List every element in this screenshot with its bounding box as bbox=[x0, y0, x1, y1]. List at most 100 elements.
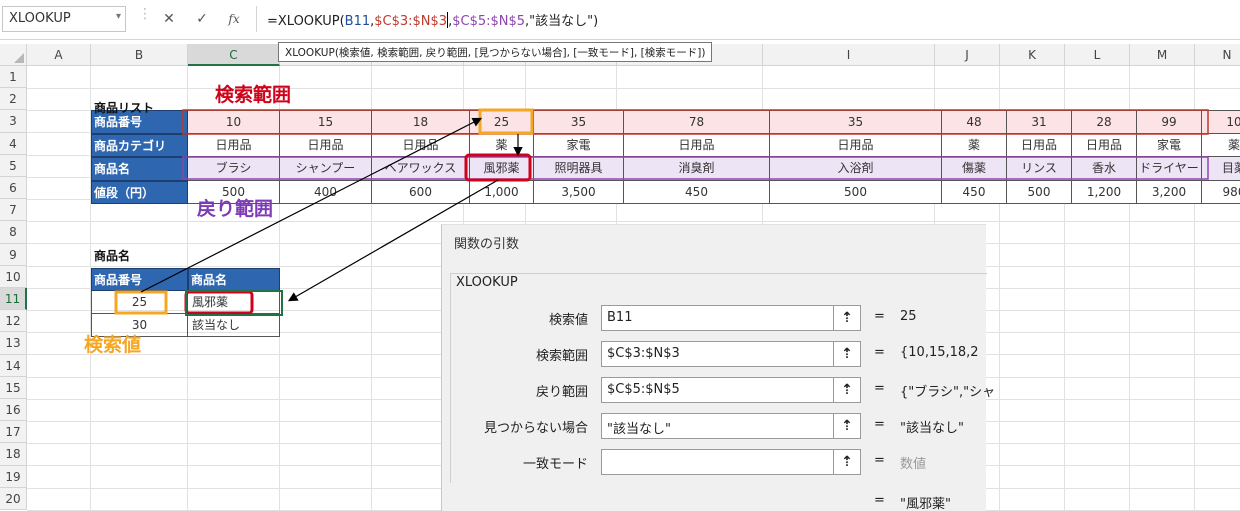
row-label-price[interactable]: 値段（円） bbox=[91, 180, 188, 204]
table-cell-name[interactable]: ブラシ bbox=[188, 157, 280, 181]
table-cell-price[interactable]: 500 bbox=[1007, 180, 1072, 204]
row-label-name[interactable]: 商品名 bbox=[91, 157, 188, 181]
column-header-i[interactable]: I bbox=[763, 44, 935, 66]
table-cell-id[interactable]: 99 bbox=[1137, 110, 1202, 134]
table-cell-id[interactable]: 48 bbox=[942, 110, 1007, 134]
table-cell-id[interactable]: 25 bbox=[470, 110, 534, 134]
table-cell-name[interactable]: 傷薬 bbox=[942, 157, 1007, 181]
table-cell-name[interactable]: 照明器具 bbox=[534, 157, 624, 181]
table-cell-name[interactable]: ヘアワックス bbox=[372, 157, 470, 181]
table-cell-id[interactable]: 18 bbox=[372, 110, 470, 134]
table-cell-category[interactable]: 日用品 bbox=[770, 133, 942, 157]
collapse-dialog-icon[interactable]: ⇡ bbox=[833, 413, 861, 439]
cancel-icon[interactable]: ✕ bbox=[156, 7, 182, 31]
row-header-5[interactable]: 5 bbox=[0, 154, 27, 177]
column-header-n[interactable]: N bbox=[1195, 44, 1240, 66]
function-arguments-dialog[interactable]: 関数の引数 XLOOKUP 検索値 B11 ⇡ = 25 検索範囲 $C$3:$N$3 ⇡ ={… bbox=[441, 224, 995, 511]
table-cell-category[interactable]: 日用品 bbox=[372, 133, 470, 157]
table-cell-category[interactable]: 家電 bbox=[1137, 133, 1202, 157]
formula-input[interactable]: =XLOOKUP(B11,$C$3:$N$3,$C$5:$N$5,"該当なし") bbox=[256, 6, 1240, 32]
table-cell-id[interactable]: 10 bbox=[1202, 110, 1240, 134]
arg-input-return-array[interactable]: $C$5:$N$5 bbox=[601, 377, 835, 403]
row-header-10[interactable]: 10 bbox=[0, 265, 27, 288]
column-header-c[interactable]: C bbox=[188, 44, 280, 66]
row-header-14[interactable]: 14 bbox=[0, 354, 27, 377]
row-header-19[interactable]: 19 bbox=[0, 465, 27, 488]
collapse-dialog-icon[interactable]: ⇡ bbox=[833, 449, 861, 475]
table-cell-id[interactable]: 78 bbox=[624, 110, 770, 134]
row-header-1[interactable]: 1 bbox=[0, 66, 27, 89]
lookup-cell-b11[interactable]: 25 bbox=[91, 291, 188, 314]
table-cell-name[interactable]: 風邪薬 bbox=[470, 157, 534, 181]
table-cell-name[interactable]: ドライヤー bbox=[1137, 157, 1202, 181]
table-cell-category[interactable]: 日用品 bbox=[1007, 133, 1072, 157]
table-cell-id[interactable]: 31 bbox=[1007, 110, 1072, 134]
row-header-13[interactable]: 13 bbox=[0, 332, 27, 355]
table-cell-category[interactable]: 日用品 bbox=[188, 133, 280, 157]
table-cell-category[interactable]: 薬 bbox=[470, 133, 534, 157]
row-header-6[interactable]: 6 bbox=[0, 177, 27, 200]
row-header-16[interactable]: 16 bbox=[0, 399, 27, 422]
table-cell-category[interactable]: 薬 bbox=[942, 133, 1007, 157]
collapse-dialog-icon[interactable]: ⇡ bbox=[833, 341, 861, 367]
lookup-cell-c11[interactable]: 風邪薬 bbox=[188, 291, 280, 314]
lookup-header-name[interactable]: 商品名 bbox=[188, 268, 280, 291]
arg-input-if-not-found[interactable]: "該当なし" bbox=[601, 413, 835, 439]
column-header-j[interactable]: J bbox=[935, 44, 1000, 66]
table-cell-price[interactable]: 1,000 bbox=[470, 180, 534, 204]
chevron-down-icon[interactable]: ▾ bbox=[116, 11, 121, 22]
table-cell-price[interactable]: 980 bbox=[1202, 180, 1240, 204]
row-header-12[interactable]: 12 bbox=[0, 310, 27, 333]
column-header-k[interactable]: K bbox=[1000, 44, 1065, 66]
column-header-b[interactable]: B bbox=[91, 44, 188, 66]
row-header-7[interactable]: 7 bbox=[0, 199, 27, 222]
collapse-dialog-icon[interactable]: ⇡ bbox=[833, 377, 861, 403]
table-cell-name[interactable]: リンス bbox=[1007, 157, 1072, 181]
table-cell-id[interactable]: 35 bbox=[534, 110, 624, 134]
table-cell-id[interactable]: 35 bbox=[770, 110, 942, 134]
table-cell-category[interactable]: 日用品 bbox=[624, 133, 770, 157]
lookup-cell-c12[interactable]: 該当なし bbox=[188, 314, 280, 337]
table-cell-category[interactable]: 薬 bbox=[1202, 133, 1240, 157]
table-cell-id[interactable]: 10 bbox=[188, 110, 280, 134]
table-cell-category[interactable]: 日用品 bbox=[1072, 133, 1137, 157]
table-cell-id[interactable]: 15 bbox=[280, 110, 372, 134]
table-cell-category[interactable]: 家電 bbox=[534, 133, 624, 157]
arg-input-lookup-value[interactable]: B11 bbox=[601, 305, 835, 331]
row-header-11[interactable]: 11 bbox=[0, 288, 27, 311]
table-cell-price[interactable]: 3,200 bbox=[1137, 180, 1202, 204]
collapse-dialog-icon[interactable]: ⇡ bbox=[833, 305, 861, 331]
row-header-18[interactable]: 18 bbox=[0, 443, 27, 466]
table-cell-price[interactable]: 500 bbox=[770, 180, 942, 204]
column-header-m[interactable]: M bbox=[1130, 44, 1195, 66]
name-box[interactable]: XLOOKUP ▾ bbox=[2, 6, 126, 32]
row-header-3[interactable]: 3 bbox=[0, 110, 27, 133]
table-cell-price[interactable]: 450 bbox=[942, 180, 1007, 204]
row-header-4[interactable]: 4 bbox=[0, 132, 27, 155]
row-header-15[interactable]: 15 bbox=[0, 376, 27, 399]
table-cell-id[interactable]: 28 bbox=[1072, 110, 1137, 134]
select-all-button[interactable] bbox=[0, 44, 27, 66]
table-cell-name[interactable]: シャンプー bbox=[280, 157, 372, 181]
table-cell-name[interactable]: 香水 bbox=[1072, 157, 1137, 181]
arg-input-match-mode[interactable] bbox=[601, 449, 835, 475]
table-cell-price[interactable]: 450 bbox=[624, 180, 770, 204]
lookup-header-id[interactable]: 商品番号 bbox=[91, 268, 188, 291]
row-label-category[interactable]: 商品カテゴリ bbox=[91, 133, 188, 157]
row-header-17[interactable]: 17 bbox=[0, 421, 27, 444]
table-cell-category[interactable]: 日用品 bbox=[280, 133, 372, 157]
row-header-2[interactable]: 2 bbox=[0, 88, 27, 111]
column-header-l[interactable]: L bbox=[1065, 44, 1130, 66]
row-header-8[interactable]: 8 bbox=[0, 221, 27, 244]
table-cell-price[interactable]: 600 bbox=[372, 180, 470, 204]
insert-function-icon[interactable]: fx bbox=[221, 7, 247, 31]
arg-input-lookup-array[interactable]: $C$3:$N$3 bbox=[601, 341, 835, 367]
table-cell-name[interactable]: 入浴剤 bbox=[770, 157, 942, 181]
table-cell-price[interactable]: 400 bbox=[280, 180, 372, 204]
row-header-20[interactable]: 20 bbox=[0, 487, 27, 510]
table-cell-name[interactable]: 消臭剤 bbox=[624, 157, 770, 181]
table-cell-price[interactable]: 1,200 bbox=[1072, 180, 1137, 204]
table-cell-price[interactable]: 3,500 bbox=[534, 180, 624, 204]
table-cell-name[interactable]: 目薬 bbox=[1202, 157, 1240, 181]
confirm-icon[interactable]: ✓ bbox=[189, 7, 215, 31]
